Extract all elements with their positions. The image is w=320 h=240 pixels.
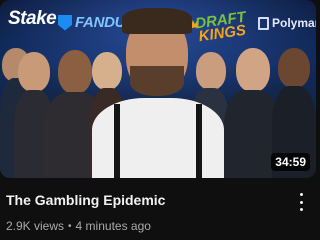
- view-count: 2.9K views: [6, 219, 65, 233]
- more-vert-icon[interactable]: [296, 193, 306, 211]
- video-thumbnail[interactable]: Stake FANDUEL DRAFT KINGS Polymarket: [0, 0, 316, 178]
- stake-logo: Stake: [8, 8, 57, 29]
- video-title[interactable]: The Gambling Epidemic: [6, 192, 286, 208]
- polymarket-logo: Polymarket: [258, 16, 316, 30]
- video-card[interactable]: Stake FANDUEL DRAFT KINGS Polymarket: [0, 0, 316, 240]
- polymarket-icon: [258, 16, 269, 30]
- fanduel-shield-icon: [58, 14, 72, 31]
- duration-badge: 34:59: [271, 153, 310, 171]
- video-metadata: 2.9K views • 4 minutes ago: [6, 219, 151, 233]
- meta-separator: •: [68, 220, 72, 232]
- upload-age: 4 minutes ago: [75, 219, 151, 233]
- presenter: [92, 8, 224, 178]
